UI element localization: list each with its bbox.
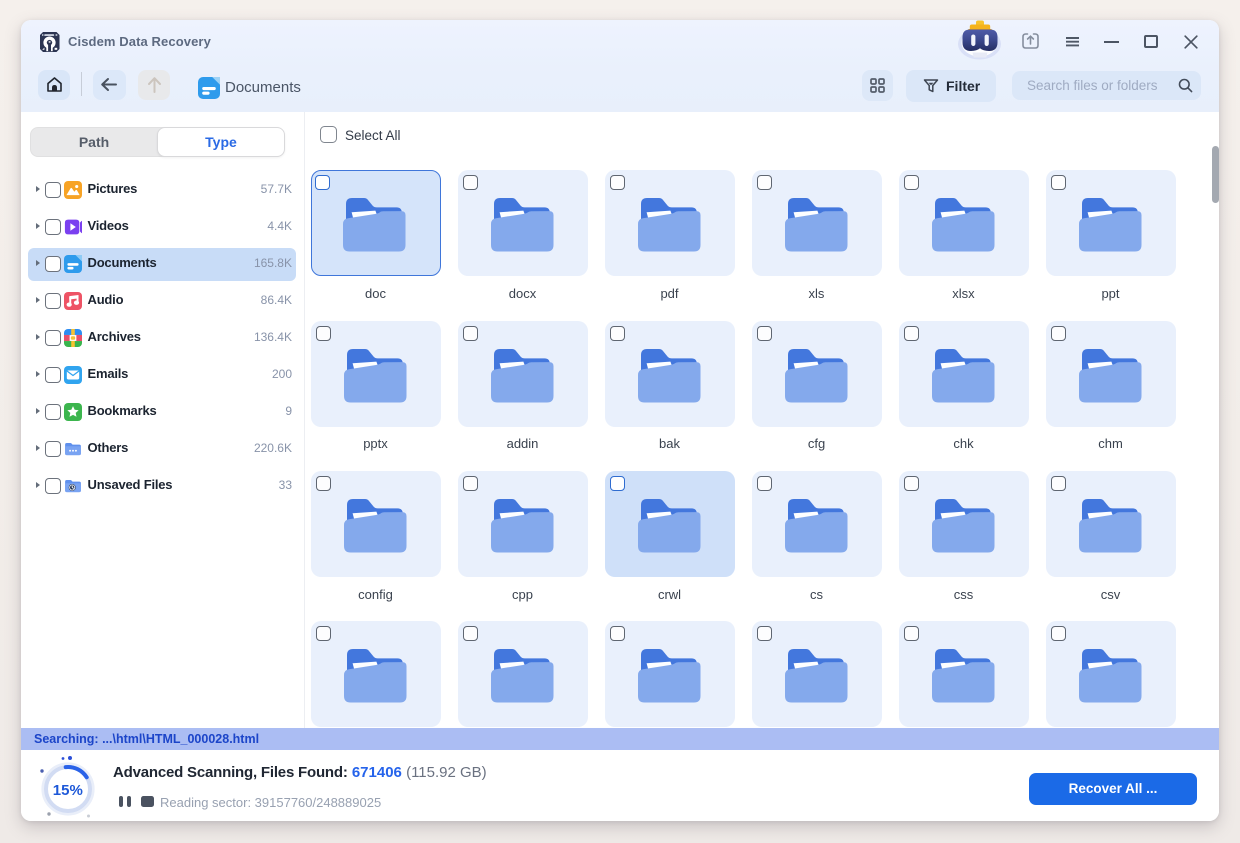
svg-text:15%: 15% <box>53 782 83 799</box>
